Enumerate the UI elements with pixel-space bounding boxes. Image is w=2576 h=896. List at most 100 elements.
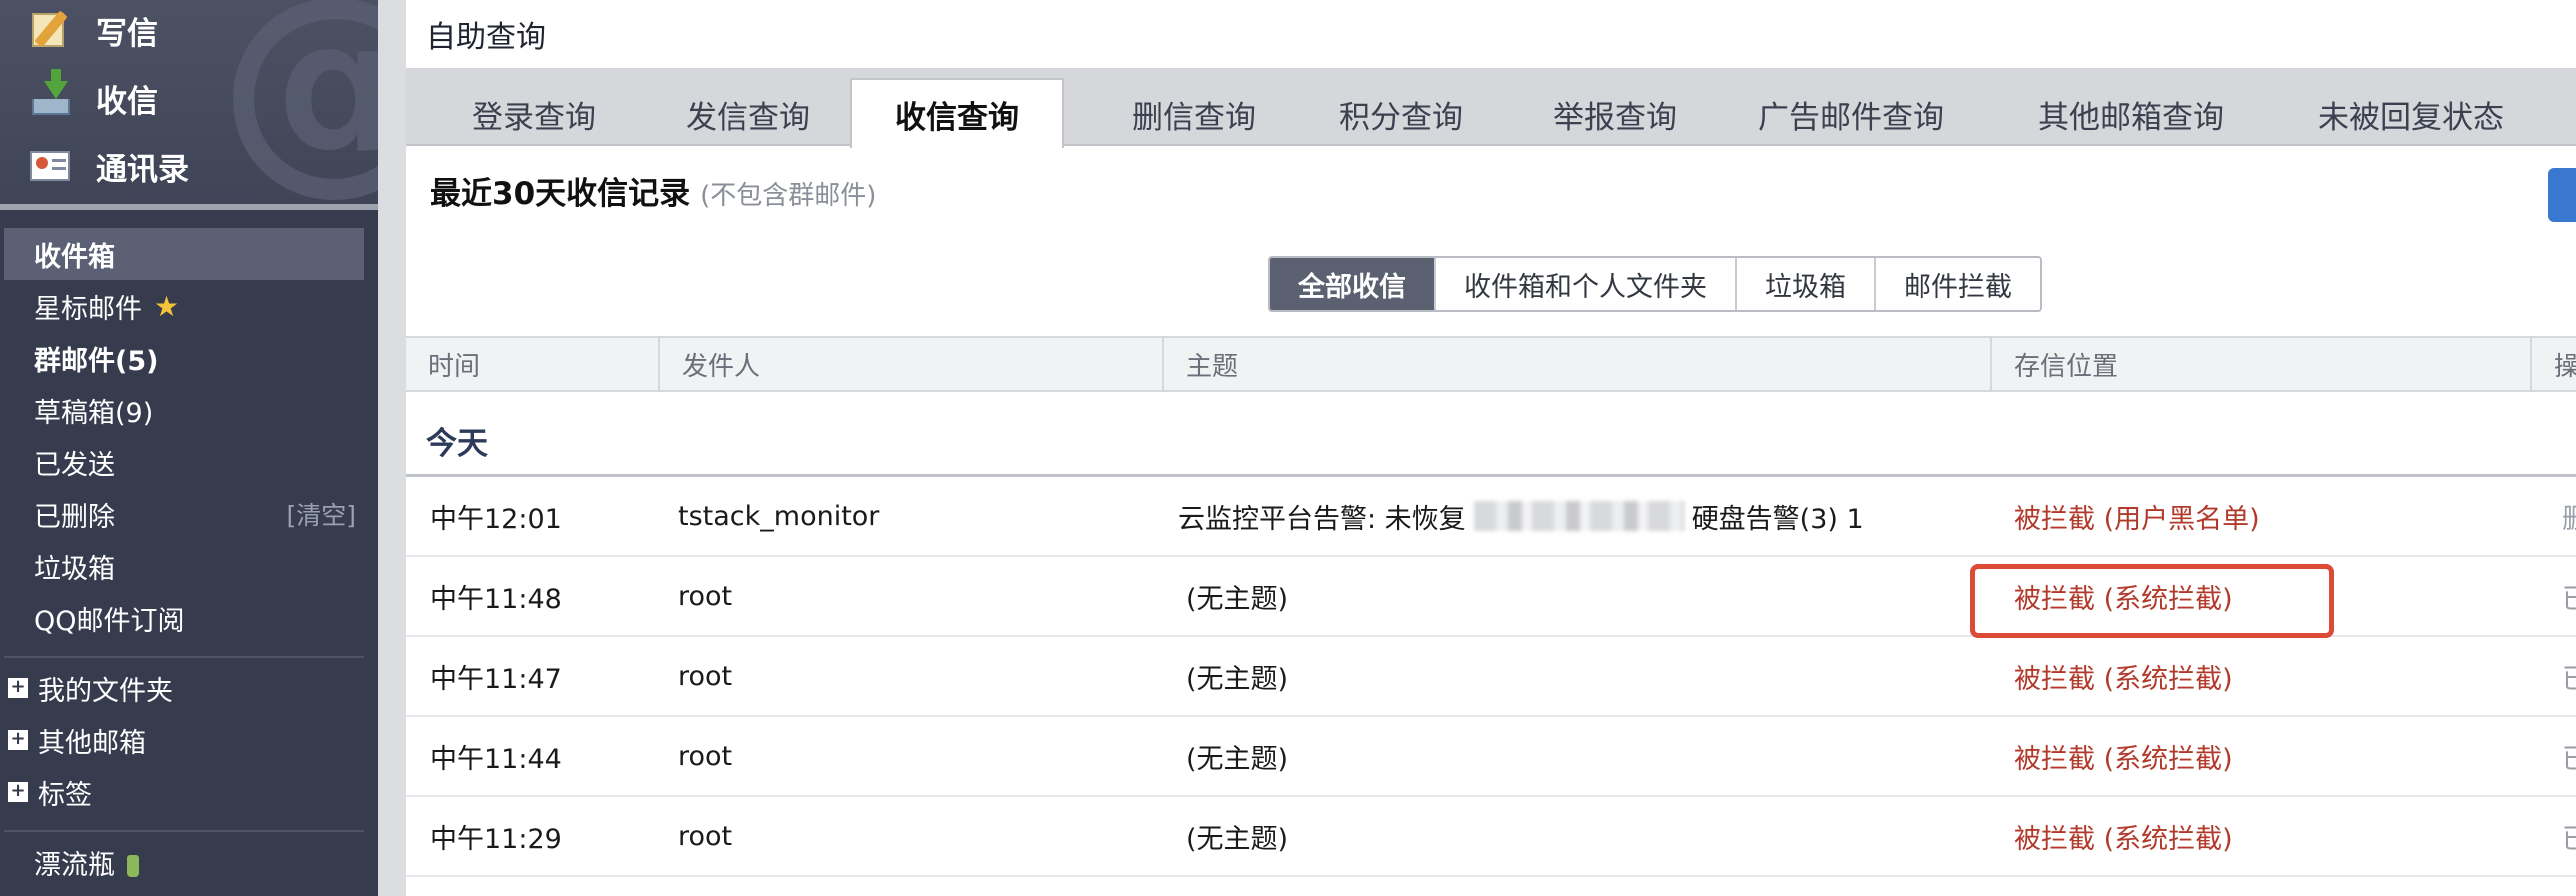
sidebar-item-deleted[interactable]: 已删除 [清空] [4,488,364,540]
filter-inbox-and-folders[interactable]: 收件箱和个人文件夹 [1434,258,1735,310]
row-subject: (无主题) [1186,663,1289,695]
sidebar-item-qq-subscription[interactable]: QQ邮件订阅 [4,592,364,644]
address-book-button[interactable]: 通讯录 [28,136,189,196]
sidebar-item-label: 我的文件夹 [38,675,173,707]
row-time: 中午12:01 [430,503,562,535]
column-header-location: 存信位置 [1990,338,2530,390]
row-time: 中午11:29 [430,823,562,855]
address-book-icon [28,143,74,189]
star-icon: ★ [154,289,180,323]
page-title: 自助查询 [426,20,546,55]
section-title-text: 最近30天收信记录 [430,176,691,212]
sidebar-item-inbox[interactable]: 收件箱 [4,228,364,280]
write-icon [28,7,74,53]
sidebar-item-label: 其他邮箱 [38,727,146,759]
group-label-today: 今天 [426,426,488,462]
row-sender: root [678,820,733,852]
row-sender: root [678,660,733,692]
sidebar-header: @ 写信 收信 通讯录 [0,0,378,210]
tab-login-query[interactable]: 登录查询 [450,82,618,146]
sidebar-item-label: 收件箱 [34,241,115,273]
sidebar-item-spam[interactable]: 垃圾箱 [4,540,364,592]
expand-plus-icon[interactable]: + [8,678,28,698]
row-action[interactable]: 已 [2562,557,2576,635]
bottle-icon [127,855,139,877]
table-row[interactable]: 中午11:47 root (无主题) 被拦截 (系统拦截) 已 [406,637,2576,717]
table-row[interactable]: 中午11:44 root (无主题) 被拦截 (系统拦截) 已 [406,717,2576,797]
subject-suffix: 硬盘告警(3) 1 [1691,503,1864,535]
mailbox-list: 收件箱 星标邮件 ★ 群邮件(5) 草稿箱(9) 已发送 已删除 [清空] 垃圾… [0,228,378,888]
tab-received-query[interactable]: 收信查询 [850,78,1064,148]
sidebar-item-other-mailboxes[interactable]: + 其他邮箱 [4,714,364,766]
sidebar: @ 写信 收信 通讯录 收件箱 星标邮件 ★ 群邮件(5) 草稿箱(9) 已发送 [0,0,378,896]
tab-unreplied-status[interactable]: 未被回复状态 [2296,82,2526,146]
query-tabs: 登录查询 发信查询 收信查询 删信查询 积分查询 举报查询 广告邮件查询 其他邮… [406,68,2576,148]
at-sign-watermark-icon: @ [218,0,378,197]
sidebar-item-my-folders[interactable]: + 我的文件夹 [4,662,364,714]
row-sender: root [678,740,733,772]
section-title: 最近30天收信记录 (不包含群邮件) [430,168,876,213]
sidebar-item-label: 标签 [38,779,92,811]
sidebar-divider [4,830,364,832]
column-header-action: 操 [2530,338,2576,390]
column-header-sender: 发件人 [658,338,1162,390]
compose-label: 写信 [96,15,158,52]
row-location: 被拦截 (用户黑名单) [2014,503,2260,535]
table-row[interactable]: 中午11:29 root (无主题) 被拦截 (系统拦截) 已 [406,797,2576,877]
receive-button[interactable]: 收信 [28,68,158,128]
tab-sent-query[interactable]: 发信查询 [664,82,832,146]
row-action[interactable]: 已 [2562,797,2576,875]
tab-deleted-query[interactable]: 删信查询 [1094,82,1294,146]
row-time: 中午11:44 [430,743,562,775]
expand-plus-icon[interactable]: + [8,730,28,750]
row-action[interactable]: 已 [2562,717,2576,795]
empty-trash-link[interactable]: [清空] [286,496,356,532]
row-location: 被拦截 (系统拦截) [2014,583,2233,615]
sidebar-item-tags[interactable]: + 标签 [4,766,364,818]
filter-segmented-control: 全部收信 收件箱和个人文件夹 垃圾箱 邮件拦截 [1268,256,2042,312]
row-sender: root [678,580,733,612]
main-panel: 自助查询 登录查询 发信查询 收信查询 删信查询 积分查询 举报查询 广告邮件查… [406,0,2576,896]
sidebar-item-drift-bottle[interactable]: 漂流瓶 [4,836,364,888]
sidebar-item-label: 漂流瓶 [34,849,115,881]
sidebar-item-label: 已删除 [34,501,115,533]
tab-points-query[interactable]: 积分查询 [1316,82,1486,146]
sidebar-item-label: 草稿箱(9) [34,397,154,429]
row-subject: (无主题) [1186,583,1289,615]
sidebar-divider [4,656,364,658]
sidebar-item-sent[interactable]: 已发送 [4,436,364,488]
address-book-label: 通讯录 [96,151,189,188]
section-note: (不包含群邮件) [700,181,877,211]
row-subject: (无主题) [1186,743,1289,775]
sidebar-item-label: QQ邮件订阅 [34,605,185,637]
sidebar-item-starred[interactable]: 星标邮件 ★ [4,280,364,332]
table-row[interactable]: 中午11:48 root (无主题) 被拦截 (系统拦截) 已 [406,557,2576,637]
filter-all-received[interactable]: 全部收信 [1270,258,1434,310]
inbox-download-icon [28,69,74,121]
column-header-subject: 主题 [1162,338,1998,390]
row-location: 被拦截 (系统拦截) [2014,743,2233,775]
row-time: 中午11:48 [430,583,562,615]
filter-spam[interactable]: 垃圾箱 [1735,258,1874,310]
row-sender: tstack_monitor [678,500,880,532]
row-location: 被拦截 (系统拦截) [2014,663,2233,695]
expand-plus-icon[interactable]: + [8,782,28,802]
compose-button[interactable]: 写信 [28,0,158,60]
action-button-partial[interactable] [2548,168,2576,222]
row-action[interactable]: 删 [2562,477,2576,555]
filter-blocked[interactable]: 邮件拦截 [1874,258,2040,310]
tab-other-mailbox-query[interactable]: 其他邮箱查询 [2016,82,2246,146]
tab-report-query[interactable]: 举报查询 [1530,82,1700,146]
table-row[interactable]: 中午12:01 tstack_monitor 云监控平台告警: 未恢复 硬盘告警(… [406,477,2576,557]
row-time: 中午11:47 [430,663,562,695]
sidebar-item-label: 星标邮件 [34,293,142,325]
tab-ad-mail-query[interactable]: 广告邮件查询 [1736,82,1966,146]
sidebar-item-group-mail[interactable]: 群邮件(5) [4,332,364,384]
sidebar-item-drafts[interactable]: 草稿箱(9) [4,384,364,436]
row-subject: 云监控平台告警: 未恢复 硬盘告警(3) 1 [1178,477,1864,555]
row-location: 被拦截 (系统拦截) [2014,823,2233,855]
sidebar-separator [378,0,406,896]
row-subject: (无主题) [1186,823,1289,855]
row-action[interactable]: 已 [2562,637,2576,715]
sidebar-item-label: 群邮件(5) [34,345,159,377]
